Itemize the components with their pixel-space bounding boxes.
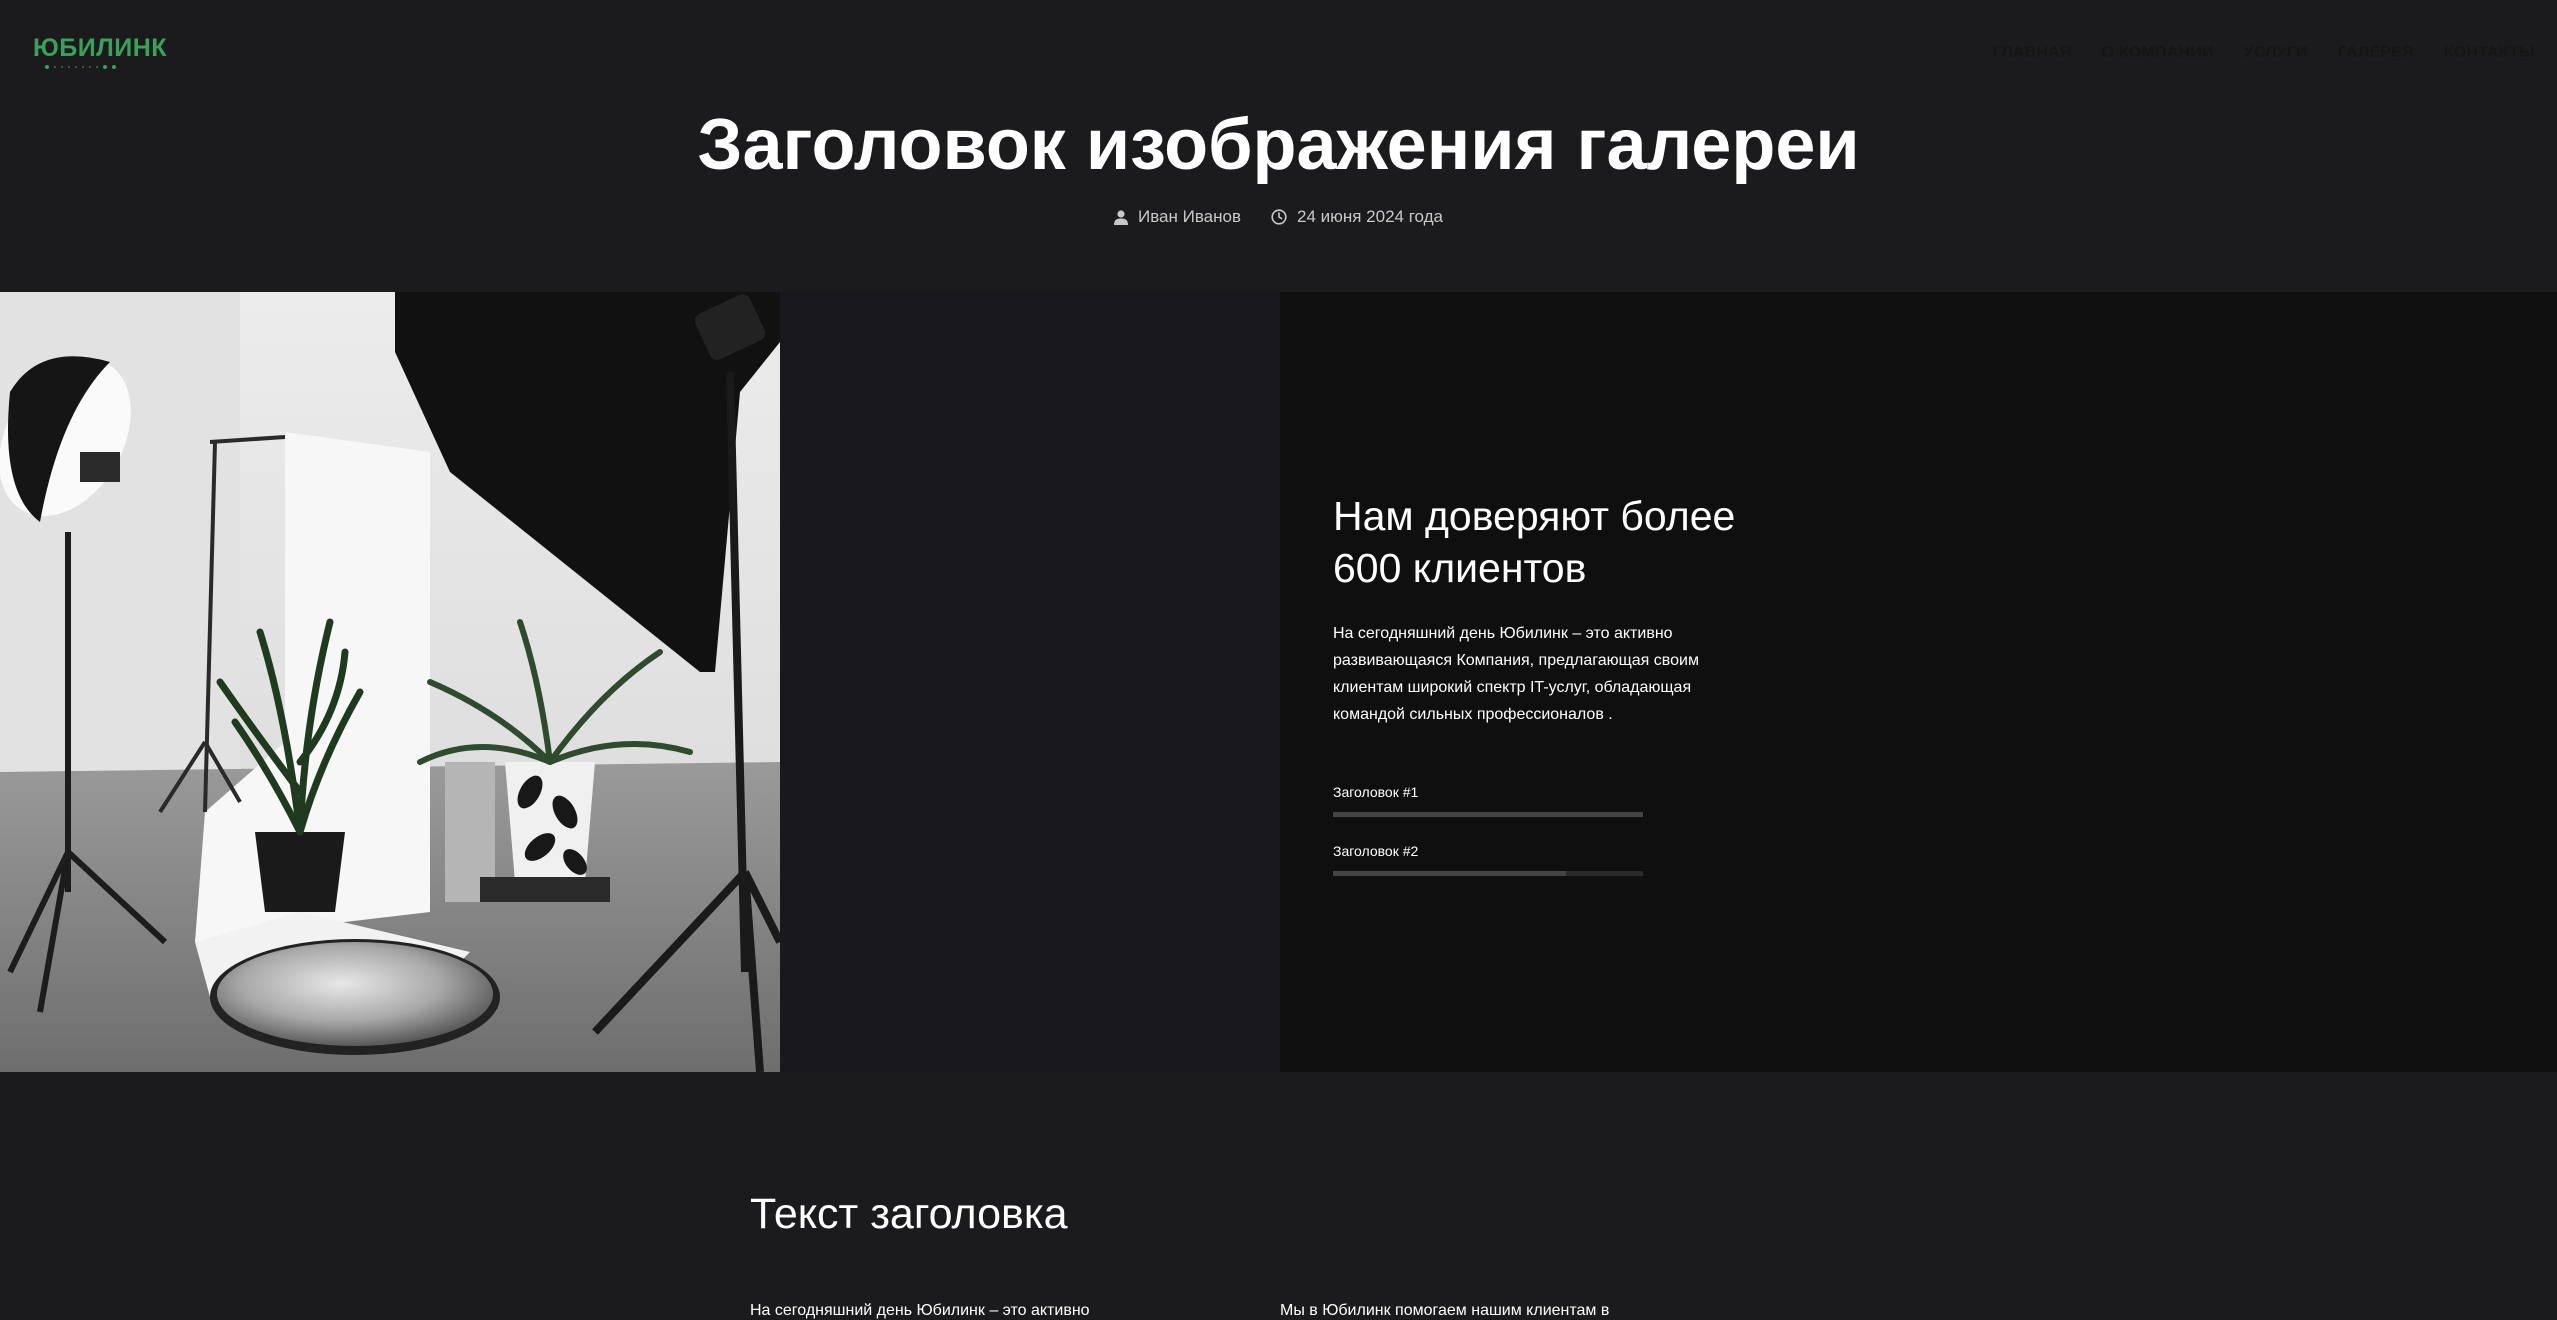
post-date: 24 июня 2024 года [1271, 207, 1443, 227]
page-title: Заголовок изображения галереи [697, 105, 1860, 185]
post-author[interactable]: Иван Иванов [1113, 207, 1241, 227]
logo-text: ЮБИЛИНК [33, 34, 168, 62]
hero-spacer [780, 292, 1280, 1072]
date-text: 24 июня 2024 года [1296, 207, 1444, 226]
skill-track-1 [1333, 812, 1643, 817]
skill-track-2 [1333, 871, 1643, 876]
site-header: ЮБИЛИНК ГЛАВНАЯ О КОМПАНИИ УСЛУГИ ГАЛЕРЕ… [0, 0, 2557, 110]
nav-item-gallery[interactable]: ГАЛЕРЕЯ [2338, 44, 2414, 62]
user-icon [1113, 209, 1128, 225]
skill-bar-2: Заголовок #2 [1333, 843, 1643, 876]
main-nav: ГЛАВНАЯ О КОМПАНИИ УСЛУГИ ГАЛЕРЕЯ КОНТАК… [1993, 44, 2535, 62]
about-text: На сегодняшний день Юбилинк – это активн… [1333, 625, 1699, 723]
section-heading: Текст заголовка [750, 1190, 1068, 1238]
nav-item-about[interactable]: О КОМПАНИИ [2102, 44, 2214, 62]
nav-item-home[interactable]: ГЛАВНАЯ [1993, 44, 2072, 62]
section-col2-text: Мы в Юбилинк помогаем нашим клиентам в [1280, 1302, 1610, 1319]
logo-dots [33, 65, 167, 69]
skill-fill-2 [1333, 871, 1566, 876]
studio-photo [0, 292, 780, 1072]
skill-label-1: Заголовок #1 [1333, 784, 1419, 800]
author-name: Иван Иванов [1137, 207, 1241, 226]
about-heading-line2: 600 клиентов [1333, 545, 1587, 592]
nav-item-contacts[interactable]: КОНТАКТЫ [2444, 44, 2535, 62]
skill-label-2: Заголовок #2 [1333, 843, 1419, 859]
clock-icon [1271, 209, 1287, 225]
section-col1-text: На сегодняшний день Юбилинк – это активн… [750, 1302, 1090, 1319]
about-heading: Нам доверяют более 600 клиентов [1333, 490, 1853, 594]
about-panel: Нам доверяют более 600 клиентов На сегод… [1280, 292, 2557, 1072]
nav-item-services[interactable]: УСЛУГИ [2244, 44, 2308, 62]
about-heading-line1: Нам доверяют более [1333, 493, 1736, 539]
post-meta: Иван Иванов 24 июня 2024 года [0, 207, 2557, 227]
skill-bar-1: Заголовок #1 [1333, 784, 1643, 817]
logo[interactable]: ЮБИЛИНК [33, 36, 167, 69]
skill-fill-1 [1333, 812, 1643, 817]
